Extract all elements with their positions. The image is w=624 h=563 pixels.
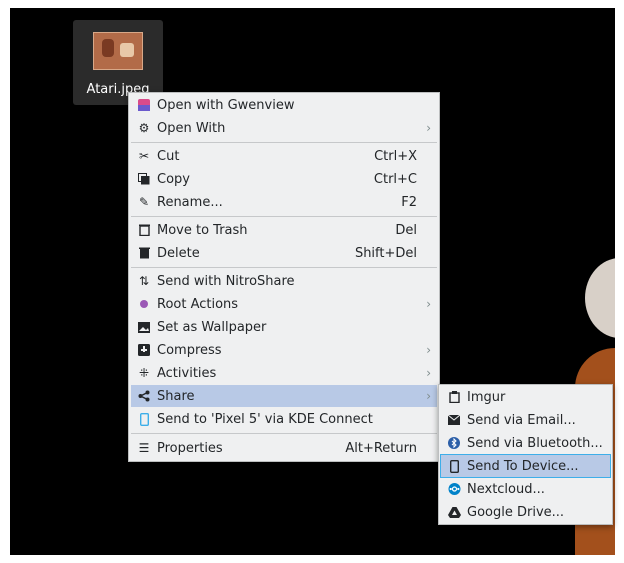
email-icon [447, 413, 461, 427]
compress-icon [137, 343, 151, 357]
menu-item-share[interactable]: Share › [131, 385, 437, 407]
menu-item-properties[interactable]: ☰ Properties Alt+Return [131, 437, 437, 459]
rename-icon: ✎ [138, 195, 150, 209]
chevron-right-icon: › [426, 121, 431, 135]
image-thumbnail [93, 32, 143, 70]
nitroshare-icon: ⇅ [138, 274, 150, 288]
menu-item-cut[interactable]: ✂ Cut Ctrl+X [131, 145, 437, 167]
separator [131, 433, 437, 434]
menu-item-copy[interactable]: Copy Ctrl+C [131, 168, 437, 190]
nextcloud-icon [447, 482, 461, 496]
imgur-icon [447, 390, 461, 404]
menu-item-send-with-nitroshare[interactable]: ⇅ Send with NitroShare [131, 270, 437, 292]
share-submenu: Imgur Send via Email... Send via Bluetoo… [438, 384, 613, 525]
separator [131, 216, 437, 217]
device-icon [447, 459, 461, 473]
delete-icon [137, 246, 151, 260]
context-menu: Open with Gwenview ⚙ Open With › ✂ Cut C… [128, 92, 440, 462]
menu-item-send-via-email[interactable]: Send via Email... [441, 409, 610, 431]
properties-icon: ☰ [138, 441, 150, 455]
chevron-right-icon: › [426, 297, 431, 311]
chevron-right-icon: › [426, 366, 431, 380]
menu-item-open-with[interactable]: ⚙ Open With › [131, 117, 437, 139]
cut-icon: ✂ [138, 149, 150, 163]
chevron-right-icon: › [426, 343, 431, 357]
menu-item-set-as-wallpaper[interactable]: Set as Wallpaper [131, 316, 437, 338]
menu-item-nextcloud[interactable]: Nextcloud... [441, 478, 610, 500]
menu-item-send-via-bluetooth[interactable]: Send via Bluetooth... [441, 432, 610, 454]
share-icon [137, 389, 151, 403]
menu-item-activities[interactable]: ⁜ Activities › [131, 362, 437, 384]
menu-item-send-to-device[interactable]: Send To Device... [440, 454, 611, 478]
bluetooth-icon [447, 436, 461, 450]
gwenview-icon [137, 98, 151, 112]
menu-item-move-to-trash[interactable]: Move to Trash Del [131, 219, 437, 241]
activities-icon: ⁜ [138, 366, 150, 380]
menu-item-root-actions[interactable]: Root Actions › [131, 293, 437, 315]
menu-item-imgur[interactable]: Imgur [441, 386, 610, 408]
menu-item-delete[interactable]: Delete Shift+Del [131, 242, 437, 264]
chevron-right-icon: › [426, 389, 431, 403]
menu-item-google-drive[interactable]: Google Drive... [441, 501, 610, 523]
menu-item-open-with-gwenview[interactable]: Open with Gwenview [131, 94, 437, 116]
open-with-icon: ⚙ [138, 121, 150, 135]
trash-icon [137, 223, 151, 237]
menu-item-send-via-kde-connect[interactable]: Send to 'Pixel 5' via KDE Connect [131, 408, 437, 430]
wallpaper-icon [137, 320, 151, 334]
copy-icon [137, 172, 151, 186]
menu-item-compress[interactable]: Compress › [131, 339, 437, 361]
menu-item-rename[interactable]: ✎ Rename... F2 [131, 191, 437, 213]
separator [131, 267, 437, 268]
root-actions-icon [137, 297, 151, 311]
separator [131, 142, 437, 143]
kdeconnect-icon [137, 412, 151, 426]
google-drive-icon [447, 505, 461, 519]
